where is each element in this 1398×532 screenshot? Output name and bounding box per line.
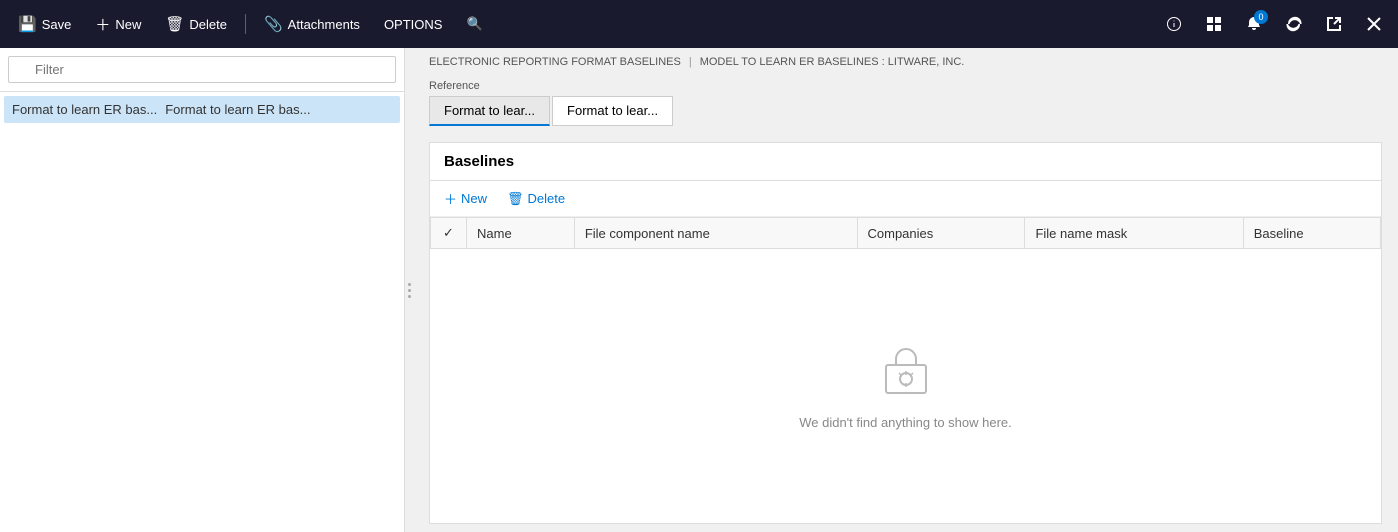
filter-input[interactable] [8,56,396,83]
empty-state-icon [876,343,936,403]
attachments-button[interactable]: 📎 Attachments [254,9,370,39]
baselines-header: Baselines [430,143,1381,181]
title-bar-right: 0 [1158,8,1390,40]
sidebar: 🔍 Format to learn ER bas... Format to le… [0,48,405,532]
filter-bar: 🔍 [0,48,404,92]
list-item-text-2: Format to learn ER bas... [165,102,310,117]
col-name: Name [467,218,575,249]
baselines-toolbar: ＋ New 🗑 Delete [430,181,1381,217]
new-icon: ＋ [95,14,110,35]
attachments-label: Attachments [288,17,360,32]
baselines-new-icon: ＋ [444,189,457,208]
delete-icon: 🗑 [165,15,184,33]
col-file-component: File component name [574,218,857,249]
ref-tab-2[interactable]: Format to lear... [552,96,673,126]
col-file-mask: File name mask [1025,218,1243,249]
ref-tabs: Format to lear... Format to lear... [429,96,1382,126]
empty-state: We didn't find anything to show here. [430,249,1381,523]
refresh-icon-btn[interactable] [1278,8,1310,40]
list-item-text-1: Format to learn ER bas... [12,102,157,117]
splitter-dot-2 [408,289,411,292]
settings-icon-btn[interactable] [1158,8,1190,40]
close-icon-btn[interactable] [1358,8,1390,40]
baselines-panel: Baselines ＋ New 🗑 Delete ✓ Name [429,142,1382,524]
save-icon: 💾 [18,15,37,33]
col-check: ✓ [431,218,467,249]
baselines-delete-button[interactable]: 🗑 Delete [503,189,569,209]
toolbar-divider [245,14,246,34]
new-button[interactable]: ＋ New [85,8,151,41]
breadcrumb-separator: | [689,56,692,68]
table-header-row: ✓ Name File component name Companies Fil… [431,218,1381,249]
baselines-delete-icon: 🗑 [507,191,524,207]
baselines-new-label: New [461,191,487,206]
reference-label: Reference [429,80,1382,92]
breadcrumb-bar: ELECTRONIC REPORTING FORMAT BASELINES | … [413,48,1398,76]
save-label: Save [42,17,72,32]
splitter-dot-3 [408,295,411,298]
breadcrumb-right: MODEL TO LEARN ER BASELINES : LITWARE, I… [700,56,965,68]
search-button[interactable]: 🔍 [456,10,492,38]
list-items: Format to learn ER bas... Format to lear… [0,92,404,127]
data-table: ✓ Name File component name Companies Fil… [430,217,1381,249]
splitter-dot-1 [408,283,411,286]
new-label: New [115,17,141,32]
col-baseline: Baseline [1243,218,1380,249]
attachments-icon: 📎 [264,15,283,33]
list-item[interactable]: Format to learn ER bas... Format to lear… [4,96,400,123]
options-button[interactable]: OPTIONS [374,11,453,38]
main-layout: 🔍 Format to learn ER bas... Format to le… [0,48,1398,532]
splitter-dots [408,283,411,298]
delete-label: Delete [189,17,227,32]
splitter[interactable] [405,48,413,532]
title-bar: 💾 Save ＋ New 🗑 Delete 📎 Attachments OPTI… [0,0,1398,48]
table-wrapper: ✓ Name File component name Companies Fil… [430,217,1381,249]
baselines-new-button[interactable]: ＋ New [440,187,491,210]
options-label: OPTIONS [384,17,443,32]
empty-state-text: We didn't find anything to show here. [799,415,1012,430]
office-icon-btn[interactable] [1198,8,1230,40]
save-button[interactable]: 💾 Save [8,9,81,39]
ref-tab-1[interactable]: Format to lear... [429,96,550,126]
baselines-delete-label: Delete [528,191,566,206]
reference-section: Reference Format to lear... Format to le… [413,76,1398,134]
popout-icon-btn[interactable] [1318,8,1350,40]
notification-icon-btn[interactable]: 0 [1238,8,1270,40]
breadcrumb-left: ELECTRONIC REPORTING FORMAT BASELINES [429,56,681,68]
content-area: ELECTRONIC REPORTING FORMAT BASELINES | … [413,48,1398,532]
notification-badge: 0 [1254,10,1268,24]
filter-wrap: 🔍 [8,56,396,83]
col-companies: Companies [857,218,1025,249]
delete-button[interactable]: 🗑 Delete [155,9,237,39]
search-icon: 🔍 [466,16,482,32]
